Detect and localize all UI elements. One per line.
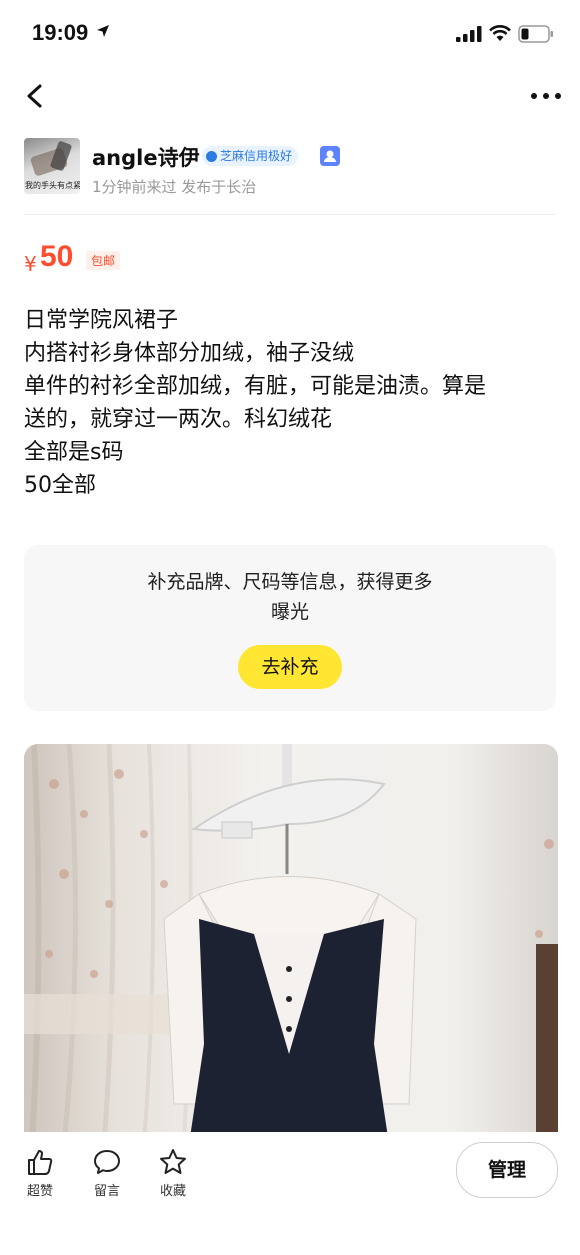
supplement-prompt: 补充品牌、尺码等信息，获得更多 曝光	[24, 567, 556, 627]
location-arrow-icon	[97, 25, 109, 37]
divider	[24, 214, 556, 215]
verified-user-icon[interactable]	[320, 146, 340, 166]
battery-icon	[518, 25, 553, 43]
like-action[interactable]: 超赞	[20, 1144, 60, 1204]
product-photo[interactable]	[24, 744, 558, 1144]
back-icon[interactable]	[20, 80, 52, 112]
description-line: 日常学院风裙子	[24, 308, 179, 333]
status-bar: 19:09	[0, 0, 580, 68]
comment-bubble-icon	[94, 1150, 120, 1174]
supplement-prompt-line: 曝光	[270, 601, 309, 623]
nav-bar	[0, 72, 580, 120]
thumbs-up-icon	[28, 1150, 53, 1175]
description-line: 送的，就穿过一两次。科幻绒花	[24, 407, 333, 432]
item-description: 日常学院风裙子 内搭衬衫身体部分加绒，袖子没绒 单件的衬衫全部加绒，有脏，可能是…	[24, 304, 564, 502]
comment-label: 留言	[93, 1184, 120, 1199]
price: 50	[40, 240, 74, 273]
like-label: 超赞	[26, 1184, 53, 1199]
supplement-info-card: 补充品牌、尺码等信息，获得更多 曝光 去补充	[24, 545, 556, 711]
supplement-button[interactable]: 去补充	[238, 645, 342, 689]
favorite-action[interactable]: 收藏	[153, 1144, 193, 1204]
status-time: 19:09	[32, 20, 89, 45]
seller-avatar[interactable]: 我的手头有点紧	[24, 138, 80, 194]
description-line: 内搭衬衫身体部分加绒，袖子没绒	[24, 341, 355, 366]
manage-button[interactable]: 管理	[456, 1142, 558, 1198]
currency-symbol: ¥	[24, 252, 37, 276]
seller-info[interactable]: 我的手头有点紧 angle诗伊 芝麻信用极好 1分钟前来过 发布于长治	[24, 138, 556, 200]
bottom-action-bar: 超赞 留言 收藏 管理	[0, 1132, 580, 1255]
comment-action[interactable]: 留言	[87, 1144, 127, 1204]
avatar-caption: 我的手头有点紧	[25, 181, 80, 190]
favorite-label: 收藏	[159, 1184, 186, 1199]
credit-badge[interactable]: 芝麻信用极好	[202, 146, 299, 166]
free-shipping-tag: 包邮	[86, 251, 121, 270]
wifi-icon	[489, 25, 511, 41]
seller-meta: 1分钟前来过 发布于长治	[92, 178, 257, 196]
description-line: 50全部	[24, 473, 96, 498]
seller-name[interactable]: angle诗伊	[92, 142, 200, 172]
sesame-credit-icon	[206, 150, 217, 162]
description-line: 单件的衬衫全部加绒，有脏，可能是油渍。算是	[24, 374, 487, 399]
star-icon	[160, 1149, 186, 1174]
signal-icon	[456, 26, 482, 42]
more-icon[interactable]	[528, 82, 564, 110]
credit-badge-label: 芝麻信用极好	[220, 149, 293, 163]
supplement-prompt-line: 补充品牌、尺码等信息，获得更多	[147, 571, 433, 593]
description-line: 全部是s码	[24, 440, 124, 465]
